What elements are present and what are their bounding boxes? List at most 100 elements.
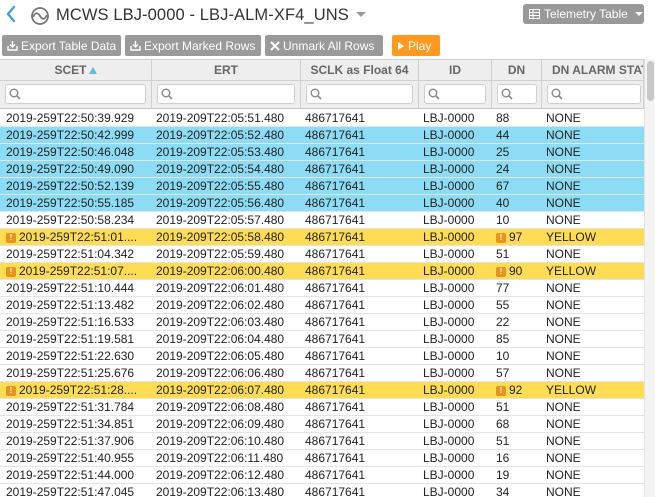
telemetry-table: SCET ERT SCLK as Float 64 ID DN DN ALARM… [0,59,655,497]
cell-ert-text: 2019-209T22:05:56.480 [156,196,285,210]
table-row[interactable]: 2019-259T22:50:49.090 2019-209T22:05:54.4… [0,161,655,178]
cell-dn-alarm-state-text: NONE [546,111,581,125]
cell-id: LBJ-0000 [423,212,491,228]
table-row[interactable]: 2019-259T22:51:44.000 2019-209T22:06:12.4… [0,467,655,484]
cell-id-text: LBJ-0000 [423,162,475,176]
cell-dn-alarm-state-text: NONE [546,179,581,193]
cell-sclk-text: 486717641 [305,349,366,363]
cell-id-text: LBJ-0000 [423,128,475,142]
table-row[interactable]: 2019-259T22:51:04.342 2019-209T22:05:59.4… [0,246,655,263]
dn-alarm-state-filter-input[interactable] [547,84,641,104]
column-header-ert[interactable]: ERT [152,60,301,81]
cell-dn-text: 44 [496,128,510,142]
cell-dn: 68 [496,416,541,432]
cell-id: LBJ-0000 [423,314,491,330]
cell-ert-text: 2019-209T22:06:04.480 [156,332,285,346]
cell-dn-alarm-state: NONE [546,450,644,466]
filter-cell-sclk [301,81,419,109]
view-selector-button[interactable]: Telemetry Table [523,4,644,24]
cell-ert-text: 2019-209T22:06:07.480 [156,383,285,397]
export-icon [7,41,18,51]
table-row[interactable]: 2019-259T22:51:22.630 2019-209T22:06:05.4… [0,348,655,365]
column-header-dn-alarm-state[interactable]: DN ALARM STATE [542,60,644,81]
cell-sclk-text: 486717641 [305,366,366,380]
table-row[interactable]: 2019-259T22:50:39.929 2019-209T22:05:51.4… [0,110,655,127]
table-row[interactable]: 2019-259T22:51:31.784 2019-209T22:06:08.4… [0,399,655,416]
cell-sclk: 486717641 [305,416,418,432]
table-row[interactable]: 2019-259T22:51:13.482 2019-209T22:06:02.4… [0,297,655,314]
back-chevron-icon[interactable] [6,5,16,23]
cell-dn: 25 [496,144,541,160]
cell-dn-alarm-state-text: NONE [546,145,581,159]
cell-scet-text: 2019-259T22:51:28.... [19,383,138,397]
table-row[interactable]: 2019-259T22:51:47.045 2019-209T22:06:13.4… [0,484,655,497]
table-row[interactable]: 2019-259T22:50:42.999 2019-209T22:05:52.4… [0,127,655,144]
cell-scet: 2019-259T22:51:47.045 [6,484,152,497]
cell-ert: 2019-209T22:06:13.480 [156,484,300,497]
cell-sclk: 486717641 [305,144,418,160]
table-row[interactable]: 2019-259T22:51:37.906 2019-209T22:06:10.4… [0,433,655,450]
cell-sclk-text: 486717641 [305,230,366,244]
cell-id: LBJ-0000 [423,246,491,262]
filter-cell-dn [492,81,542,109]
vertical-scrollbar[interactable] [644,59,655,497]
cell-dn-text: 16 [496,451,510,465]
column-header-dn[interactable]: DN [492,60,542,81]
column-header-sclk[interactable]: SCLK as Float 64 [301,60,419,81]
table-row[interactable]: 2019-259T22:51:19.581 2019-209T22:06:04.4… [0,331,655,348]
cell-id-text: LBJ-0000 [423,281,475,295]
export-marked-rows-label: Export Marked Rows [144,38,256,53]
cell-dn: 40 [496,195,541,211]
column-header-scet[interactable]: SCET [0,60,152,81]
table-row[interactable]: ! 2019-259T22:51:01.... 2019-209T22:05:58.… [0,229,655,246]
cell-ert: 2019-209T22:06:09.480 [156,416,300,432]
cell-id: LBJ-0000 [423,144,491,160]
ert-filter-input[interactable] [157,84,295,104]
cell-id-text: LBJ-0000 [423,230,475,244]
cell-scet-text: 2019-259T22:50:42.999 [6,128,135,142]
cell-dn-alarm-state-text: NONE [546,332,581,346]
export-table-data-button[interactable]: Export Table Data [2,35,121,56]
cell-dn-alarm-state-text: NONE [546,417,581,431]
unmark-all-rows-button[interactable]: Unmark All Rows [265,35,383,56]
sclk-filter-input[interactable] [306,84,413,104]
table-row[interactable]: 2019-259T22:50:46.048 2019-209T22:05:53.4… [0,144,655,161]
cell-scet: 2019-259T22:51:22.630 [6,348,152,364]
table-header: SCET ERT SCLK as Float 64 ID DN DN ALARM… [0,60,655,81]
cell-sclk: 486717641 [305,229,418,245]
cell-id: LBJ-0000 [423,467,491,483]
cell-sclk-text: 486717641 [305,332,366,346]
title-dropdown-icon[interactable] [356,12,366,17]
table-row[interactable]: 2019-259T22:51:25.676 2019-209T22:06:06.4… [0,365,655,382]
table-row[interactable]: 2019-259T22:51:34.851 2019-209T22:06:09.4… [0,416,655,433]
table-row[interactable]: 2019-259T22:51:10.444 2019-209T22:06:01.4… [0,280,655,297]
cell-scet: 2019-259T22:51:44.000 [6,467,152,483]
cell-dn-alarm-state: NONE [546,195,644,211]
export-marked-rows-button[interactable]: Export Marked Rows [125,35,261,56]
cell-id-text: LBJ-0000 [423,264,475,278]
cell-ert: 2019-209T22:06:01.480 [156,280,300,296]
table-row[interactable]: 2019-259T22:50:55.185 2019-209T22:05:56.4… [0,195,655,212]
table-row[interactable]: 2019-259T22:51:40.955 2019-209T22:06:11.4… [0,450,655,467]
cell-dn-text: 34 [496,485,510,497]
table-row[interactable]: 2019-259T22:50:58.234 2019-209T22:05:57.4… [0,212,655,229]
scrollbar-thumb[interactable] [647,61,654,101]
cell-id-text: LBJ-0000 [423,213,475,227]
table-row[interactable]: 2019-259T22:51:16.533 2019-209T22:06:03.4… [0,314,655,331]
table-row[interactable]: ! 2019-259T22:51:07.... 2019-209T22:06:00.… [0,263,655,280]
table-row[interactable]: ! 2019-259T22:51:28.... 2019-209T22:06:07.… [0,382,655,399]
dn-filter-input[interactable] [497,84,537,104]
cell-sclk: 486717641 [305,195,418,211]
column-header-id[interactable]: ID [419,60,492,81]
cell-id: LBJ-0000 [423,280,491,296]
table-row[interactable]: 2019-259T22:50:52.139 2019-209T22:05:55.4… [0,178,655,195]
cell-sclk: 486717641 [305,433,418,449]
cell-ert: 2019-209T22:06:04.480 [156,331,300,347]
filter-cell-dn-alarm-state [542,81,644,109]
id-filter-input[interactable] [424,84,486,104]
cell-ert-text: 2019-209T22:05:59.480 [156,247,285,261]
cell-dn: 51 [496,399,541,415]
play-button[interactable]: Play [392,35,440,56]
cell-dn-text: 90 [509,264,523,278]
scet-filter-input[interactable] [5,84,146,104]
